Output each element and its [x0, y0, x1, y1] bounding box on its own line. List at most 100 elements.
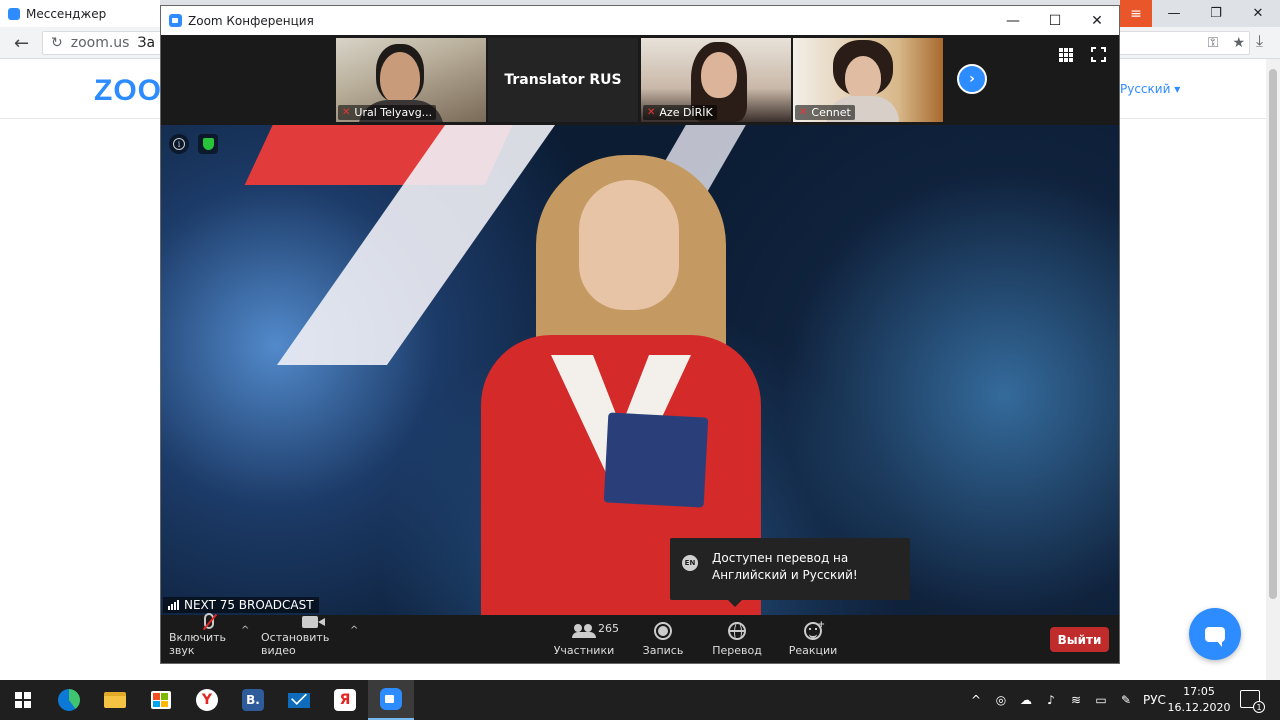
participant-tile[interactable]: ✕ Ural Telyavg...	[336, 38, 486, 122]
participants-icon: 265	[572, 622, 619, 638]
meet-now-icon[interactable]: ◎	[993, 692, 1009, 708]
reactions-icon: +	[804, 620, 825, 640]
chevron-up-icon[interactable]: ^	[968, 692, 984, 708]
toast-text: Доступен перевод на Английский и Русский…	[712, 551, 858, 582]
taskbar-vk[interactable]: B.	[230, 680, 276, 720]
input-language[interactable]: РУС	[1143, 693, 1166, 707]
system-tray: ^ ◎ ☁ ♪ ≋ ▭ ✎ РУС	[968, 680, 1166, 720]
reactions-button[interactable]: + Реакции	[787, 615, 839, 663]
start-button[interactable]	[0, 680, 46, 720]
wifi-icon[interactable]: ≋	[1068, 692, 1084, 708]
chevron-up-icon[interactable]: ^	[350, 625, 358, 636]
page-language-select[interactable]: Русский ▾	[1120, 82, 1180, 96]
address-url: zoom.us	[70, 35, 130, 51]
browser-tab[interactable]: Мессенджер	[0, 0, 160, 27]
participant-tile[interactable]: Translator RUS	[488, 38, 638, 122]
taskbar-edge[interactable]	[46, 680, 92, 720]
participants-label: Участники	[553, 644, 615, 657]
security-shield-button[interactable]	[198, 134, 218, 154]
store-icon	[151, 691, 171, 709]
language-badge-icon: EN	[682, 555, 698, 571]
cloud-icon[interactable]: ☁	[1018, 692, 1034, 708]
browser-menu-button[interactable]: ≡	[1120, 0, 1152, 27]
meeting-toolbar: Включить звук ^ Остановить видео ^ 265 У…	[161, 613, 1119, 663]
zoom-maximize-button[interactable]: ☐	[1035, 6, 1075, 35]
participant-strip: ✕ Ural Telyavg... Translator RUS ✕ Aze DİR…	[161, 35, 1119, 125]
unmute-label: Включить звук	[169, 631, 227, 657]
star-icon[interactable]: ★	[1232, 35, 1245, 51]
speaker-label: NEXT 75 BROADCAST	[163, 597, 319, 613]
translate-button[interactable]: Перевод	[709, 615, 765, 663]
gallery-view-icon[interactable]	[1059, 48, 1073, 62]
taskbar-explorer[interactable]	[92, 680, 138, 720]
chevron-right-icon: ›	[969, 71, 975, 87]
participant-label: ✕ Ural Telyavg...	[338, 105, 437, 120]
clock-time: 17:05	[1183, 685, 1215, 698]
record-button[interactable]: Запись	[639, 615, 687, 663]
chat-bubble-icon	[1205, 626, 1225, 647]
taskbar-store[interactable]	[138, 680, 184, 720]
camera-icon	[302, 616, 325, 628]
muted-mic-icon: ✕	[342, 107, 351, 118]
reload-icon[interactable]: ↻	[51, 35, 63, 51]
participant-label: ✕ Aze DİRİK	[643, 105, 717, 120]
participant-tile[interactable]: ✕ Aze DİRİK	[641, 38, 791, 122]
pen-icon[interactable]: ✎	[1118, 692, 1134, 708]
zoom-window-title: Zoom Конференция	[188, 13, 314, 28]
zoom-close-button[interactable]: ✕	[1077, 6, 1117, 35]
leave-meeting-button[interactable]: Выйти	[1050, 627, 1109, 652]
zoom-window: Zoom Конференция — ☐ ✕ ✕ Ural Telyavg... …	[160, 5, 1120, 664]
vk-icon: B.	[242, 689, 264, 711]
muted-mic-icon: ✕	[647, 107, 656, 118]
battery-icon[interactable]: ▭	[1093, 692, 1109, 708]
page-scrollbar[interactable]	[1266, 59, 1280, 680]
active-speaker-video[interactable]: i NEXT 75 BROADCAST	[161, 125, 1119, 615]
notification-count: 1	[1253, 701, 1265, 713]
volume-icon[interactable]: ♪	[1043, 692, 1059, 708]
meeting-info-button[interactable]: i	[169, 134, 189, 154]
address-url-rest: За	[137, 35, 156, 51]
taskbar-clock[interactable]: 17:05 16.12.2020	[1167, 684, 1231, 716]
browser-close-button[interactable]: ✕	[1238, 0, 1278, 27]
download-icon[interactable]: ⤓	[1256, 31, 1263, 51]
stop-video-button[interactable]: Остановить видео	[261, 615, 359, 663]
mic-muted-icon	[204, 613, 214, 629]
taskbar-yandex[interactable]: Я	[322, 680, 368, 720]
participant-name: Translator RUS	[504, 72, 622, 88]
zoom-titlebar: Zoom Конференция — ☐ ✕	[161, 6, 1119, 35]
translate-label: Перевод	[712, 644, 762, 657]
reactions-label: Реакции	[788, 644, 838, 657]
browser-restore-button[interactable]: ❐	[1196, 0, 1236, 27]
notification-center-icon[interactable]: 1	[1240, 690, 1265, 713]
chevron-up-icon[interactable]: ^	[241, 625, 249, 636]
taskbar-yandex-browser[interactable]: Y	[184, 680, 230, 720]
lock-icon[interactable]: ⚿	[1208, 35, 1219, 51]
edge-icon	[58, 689, 80, 711]
folder-icon	[104, 692, 126, 708]
fullscreen-icon[interactable]	[1090, 46, 1107, 63]
taskbar-zoom[interactable]	[368, 680, 414, 720]
page-scrollbar-thumb[interactable]	[1269, 69, 1277, 599]
next-page-button[interactable]: ›	[957, 64, 987, 94]
taskbar-mail[interactable]	[276, 680, 322, 720]
clock-date: 16.12.2020	[1167, 701, 1231, 714]
chat-support-button[interactable]	[1189, 608, 1241, 660]
hamburger-icon: ≡	[1130, 5, 1142, 22]
zoom-page-logo: ZOO	[94, 74, 162, 107]
presenter-face	[579, 180, 679, 310]
yandex-icon: Я	[334, 689, 356, 711]
windows-logo-icon	[15, 692, 31, 708]
record-label: Запись	[642, 644, 684, 657]
windows-taskbar: Y B. Я ^ ◎ ☁ ♪ ≋ ▭ ✎ РУС 17:05 16.12.202…	[0, 680, 1280, 720]
participant-label: ✕ Cennet	[795, 105, 855, 120]
translation-toast[interactable]: EN Доступен перевод на Английский и Русс…	[670, 538, 910, 607]
unmute-button[interactable]: Включить звук	[169, 613, 249, 663]
back-arrow-icon[interactable]: ←	[14, 33, 29, 54]
browser-minimize-button[interactable]: —	[1154, 0, 1194, 27]
zoom-minimize-button[interactable]: —	[993, 6, 1033, 35]
speaker-name: NEXT 75 BROADCAST	[184, 598, 314, 612]
participants-button[interactable]: 265 Участники	[553, 615, 619, 663]
participant-tile[interactable]: ✕ Cennet	[793, 38, 943, 122]
zoom-icon	[380, 688, 402, 710]
muted-mic-icon: ✕	[799, 107, 808, 118]
